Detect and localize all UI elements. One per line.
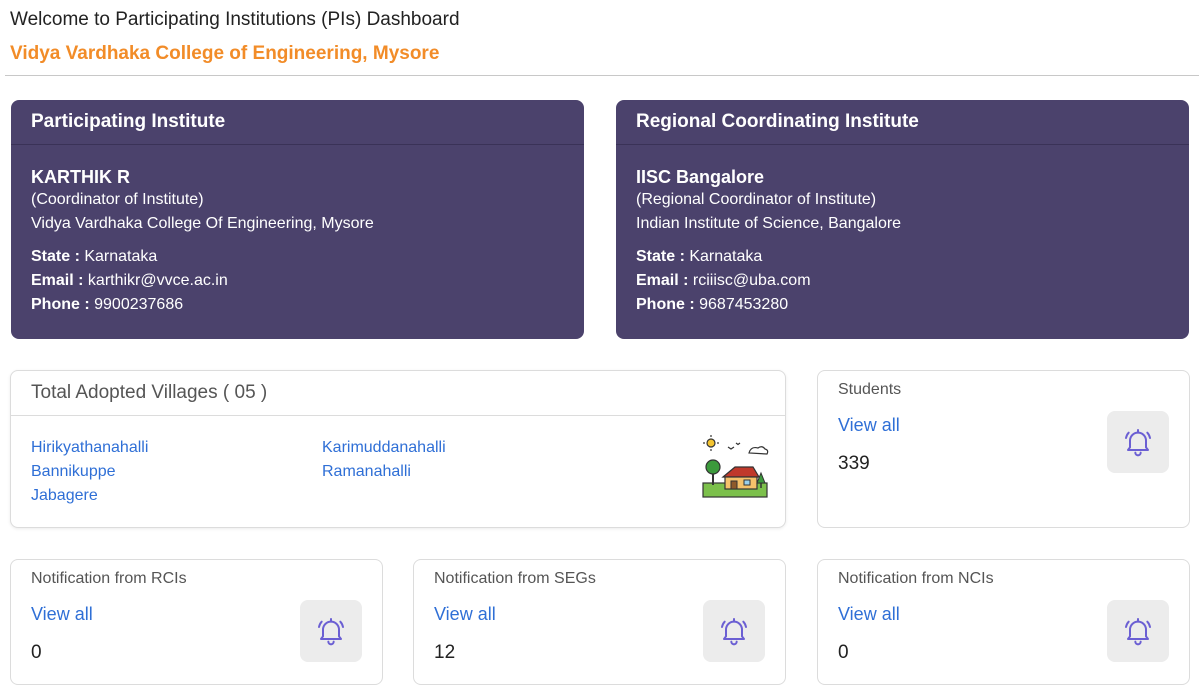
stat-count: 339 [838,453,870,474]
stat-title: Notification from SEGs [434,570,596,587]
village-link[interactable]: Ramanahalli [322,460,613,484]
stat-title: Students [838,381,902,398]
phone-row: Phone : 9900237686 [31,293,564,317]
bell-icon[interactable] [1107,411,1169,473]
villages-title: Total Adopted Villages ( 05 ) [11,371,785,416]
stat-title: Notification from NCIs [838,570,994,587]
notification-seg-card: Notification from SEGs View all 12 [413,559,786,685]
stat-count: 0 [838,642,849,663]
stat-count: 12 [434,642,456,663]
institution-name: Indian Institute of Science, Bangalore [636,215,902,232]
participating-institute-card: Participating Institute KARTHIK R (Coord… [11,100,584,339]
village-link[interactable]: Karimuddanahalli [322,436,613,460]
phone-value: 9900237686 [94,296,184,313]
state-value: Karnataka [689,248,763,265]
institution-name: Vidya Vardhaka College Of Engineering, M… [31,215,374,232]
bell-icon[interactable] [1107,600,1169,662]
state-row: State : Karnataka [636,245,1169,269]
stat-title: Notification from RCIs [31,570,187,587]
card-title: Participating Institute [11,100,584,145]
students-card: Students View all 339 [817,370,1190,528]
bell-icon[interactable] [300,600,362,662]
village-link[interactable]: Jabagere [31,484,322,508]
email-row: Email : karthikr@vvce.ac.in [31,269,564,293]
village-link[interactable]: Bannikuppe [31,460,322,484]
card-title: Regional Coordinating Institute [616,100,1189,145]
email-label: Email : [636,272,689,289]
village-link[interactable]: Hirikyathanahalli [31,436,322,460]
header-divider [5,75,1199,76]
phone-label: Phone : [636,296,695,313]
coordinator-role: (Regional Coordinator of Institute) [636,191,877,208]
view-all-link[interactable]: View all [838,415,900,436]
page-header: Welcome to Participating Institutions (P… [10,8,460,66]
adopted-villages-card: Total Adopted Villages ( 05 ) Hirikyatha… [10,370,786,528]
email-row: Email : rciiisc@uba.com [636,269,1169,293]
state-label: State : [31,248,80,265]
college-name: Vidya Vardhaka College of Engineering, M… [10,43,440,64]
view-all-link[interactable]: View all [434,604,496,625]
email-value: karthikr@vvce.ac.in [87,272,228,289]
email-value: rciiisc@uba.com [692,272,811,289]
coordinator-name: IISC Bangalore [636,167,765,187]
regional-coordinating-institute-card: Regional Coordinating Institute IISC Ban… [616,100,1189,339]
village-list: Hirikyathanahalli Karimuddanahalli Banni… [31,436,621,508]
coordinator-name: KARTHIK R [31,167,130,187]
notification-nci-card: Notification from NCIs View all 0 [817,559,1190,685]
view-all-link[interactable]: View all [31,604,93,625]
page-title: Welcome to Participating Institutions (P… [10,9,460,30]
view-all-link[interactable]: View all [838,604,900,625]
phone-row: Phone : 9687453280 [636,293,1169,317]
phone-label: Phone : [31,296,90,313]
village-illustration-icon [701,433,769,501]
notification-rci-card: Notification from RCIs View all 0 [10,559,383,685]
state-value: Karnataka [84,248,158,265]
state-row: State : Karnataka [31,245,564,269]
stat-count: 0 [31,642,42,663]
bell-icon[interactable] [703,600,765,662]
coordinator-role: (Coordinator of Institute) [31,191,204,208]
phone-value: 9687453280 [699,296,789,313]
email-label: Email : [31,272,84,289]
state-label: State : [636,248,685,265]
